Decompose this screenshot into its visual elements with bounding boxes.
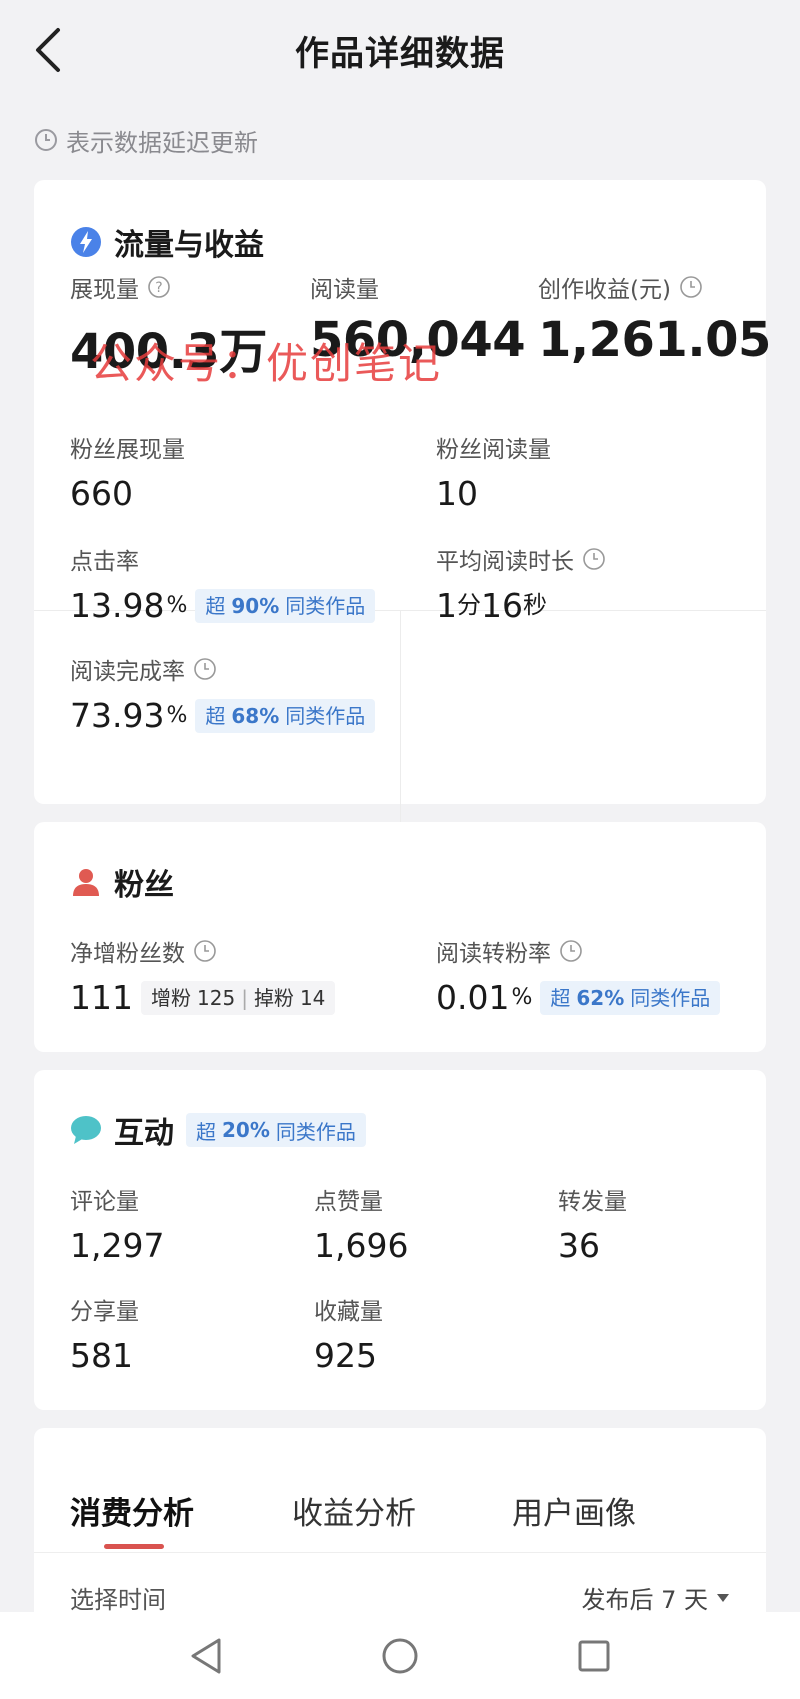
ctr-metric: 点击率 13.98% 超 90% 同类作品 (70, 542, 376, 626)
caret-down-icon (717, 1593, 729, 1602)
triangle-back-icon (191, 1638, 221, 1673)
comments-metric: 评论量 1,297 (70, 1182, 164, 1266)
impressions-value: 400.3万 (70, 324, 267, 380)
reposts-metric: 转发量 36 (558, 1182, 627, 1266)
tab-consumption-analysis[interactable]: 消费分析 (70, 1488, 194, 1533)
divider (34, 1552, 766, 1553)
ctr-label: 点击率 (70, 549, 139, 575)
circle-home-icon (382, 1638, 418, 1673)
fans-card-header: 粉丝 (70, 860, 174, 904)
page-title: 作品详细数据 (295, 33, 505, 74)
tab-user-profile[interactable]: 用户画像 (512, 1488, 636, 1533)
avg-read-time-label: 平均阅读时长 (436, 549, 574, 575)
completion-label: 阅读完成率 (70, 659, 185, 685)
completion-value: 73.93 (70, 696, 165, 735)
interaction-card: 互动 超 20% 同类作品 评论量 1,297 点赞量 1,696 转发量 36 分… (34, 1070, 766, 1410)
lightning-icon (71, 227, 101, 257)
fans-gain-loss-badge: 增粉 125 | 掉粉 14 (141, 980, 336, 1015)
ctr-unit: % (166, 592, 188, 618)
clock-icon (583, 548, 605, 570)
completion-metric: 阅读完成率 73.93% 超 68% 同类作品 (70, 652, 376, 736)
impressions-label: 展现量 (70, 277, 139, 303)
time-filter-row: 选择时间 发布后 7 天 (70, 1580, 730, 1615)
reads-metric: 阅读量 560,044 (310, 270, 526, 368)
likes-metric: 点赞量 1,696 (314, 1182, 408, 1266)
help-icon[interactable]: ? (147, 275, 171, 299)
avg-read-sec: 16 (481, 586, 523, 625)
shares-value: 581 (70, 1336, 133, 1375)
reads-value: 560,044 (310, 312, 526, 368)
time-filter-label: 选择时间 (70, 1586, 166, 1614)
delay-note-text: 表示数据延迟更新 (66, 128, 258, 157)
avg-read-min: 1 (436, 586, 457, 625)
back-button[interactable] (26, 22, 70, 78)
reposts-label: 转发量 (558, 1189, 627, 1215)
revenue-label: 创作收益(元) (538, 277, 671, 303)
shares-metric: 分享量 581 (70, 1292, 139, 1376)
shares-label: 分享量 (70, 1299, 139, 1325)
clock-icon (35, 129, 57, 151)
fan-impressions-metric: 粉丝展现量 660 (70, 430, 185, 514)
fan-reads-value: 10 (436, 474, 478, 513)
nav-back-button[interactable] (184, 1634, 228, 1678)
traffic-card-title: 流量与收益 (114, 228, 264, 263)
revenue-value: 1,261.05 (538, 312, 771, 368)
nav-recents-button[interactable] (572, 1634, 616, 1678)
comments-value: 1,297 (70, 1226, 165, 1265)
comments-label: 评论量 (70, 1189, 139, 1215)
fan-impressions-value: 660 (70, 474, 133, 513)
clock-icon (194, 940, 216, 962)
active-tab-indicator (104, 1544, 164, 1549)
impressions-metric: 展现量 ? 400.3万 (70, 270, 267, 382)
reads-label: 阅读量 (310, 277, 379, 303)
app-header: 作品详细数据 (0, 0, 800, 100)
fan-reads-label: 粉丝阅读量 (436, 437, 551, 463)
svg-text:?: ? (155, 280, 162, 296)
ctr-compare-badge: 超 90% 同类作品 (195, 588, 376, 623)
interaction-card-title: 互动 (114, 1116, 174, 1151)
favorites-label: 收藏量 (314, 1299, 383, 1325)
system-nav-bar (0, 1612, 800, 1699)
conversion-compare-badge: 超 62% 同类作品 (540, 980, 721, 1015)
time-filter-value: 发布后 7 天 (581, 1586, 708, 1614)
reposts-value: 36 (558, 1226, 600, 1265)
clock-icon (680, 276, 702, 298)
net-fans-value: 111 (70, 978, 133, 1017)
net-fans-metric: 净增粉丝数 111 增粉 125 | 掉粉 14 (70, 934, 336, 1018)
time-filter-select[interactable]: 发布后 7 天 (581, 1580, 730, 1615)
chevron-left-icon (36, 28, 60, 72)
nav-home-button[interactable] (378, 1634, 422, 1678)
read-to-fan-metric: 阅读转粉率 0.01% 超 62% 同类作品 (436, 934, 721, 1018)
net-fans-label: 净增粉丝数 (70, 941, 185, 967)
clock-icon (560, 940, 582, 962)
favorites-value: 925 (314, 1336, 377, 1375)
interaction-card-header: 互动 超 20% 同类作品 (70, 1108, 366, 1152)
revenue-metric: 创作收益(元) 1,261.05 (538, 270, 771, 368)
traffic-revenue-card: 流量与收益 展现量 ? 400.3万 阅读量 560,044 创作收益(元) 1… (34, 180, 771, 984)
fans-card: 粉丝 净增粉丝数 111 增粉 125 | 掉粉 14 阅读转粉率 0.01 %… (34, 822, 766, 1052)
square-recents-icon (578, 1640, 610, 1671)
read-to-fan-value: 0.01 (436, 978, 510, 1017)
fan-impressions-label: 粉丝展现量 (70, 437, 185, 463)
traffic-card-header: 流量与收益 (70, 220, 264, 264)
likes-label: 点赞量 (314, 1189, 383, 1215)
likes-value: 1,696 (314, 1226, 409, 1265)
read-to-fan-label: 阅读转粉率 (436, 941, 551, 967)
ctr-value: 13.98 (70, 586, 165, 625)
completion-compare-badge: 超 68% 同类作品 (195, 698, 376, 733)
chat-bubble-icon (71, 1116, 101, 1144)
clock-icon (194, 658, 216, 680)
person-icon (73, 869, 99, 896)
fan-reads-metric: 粉丝阅读量 10 (436, 430, 551, 514)
avg-read-time-metric: 平均阅读时长 1 分 16 秒 (436, 542, 606, 626)
interaction-compare-badge: 超 20% 同类作品 (186, 1113, 366, 1147)
tab-revenue-analysis[interactable]: 收益分析 (292, 1488, 416, 1533)
fans-card-title: 粉丝 (114, 868, 174, 903)
delay-note: 表示数据延迟更新 (34, 122, 258, 158)
favorites-metric: 收藏量 925 (314, 1292, 383, 1376)
